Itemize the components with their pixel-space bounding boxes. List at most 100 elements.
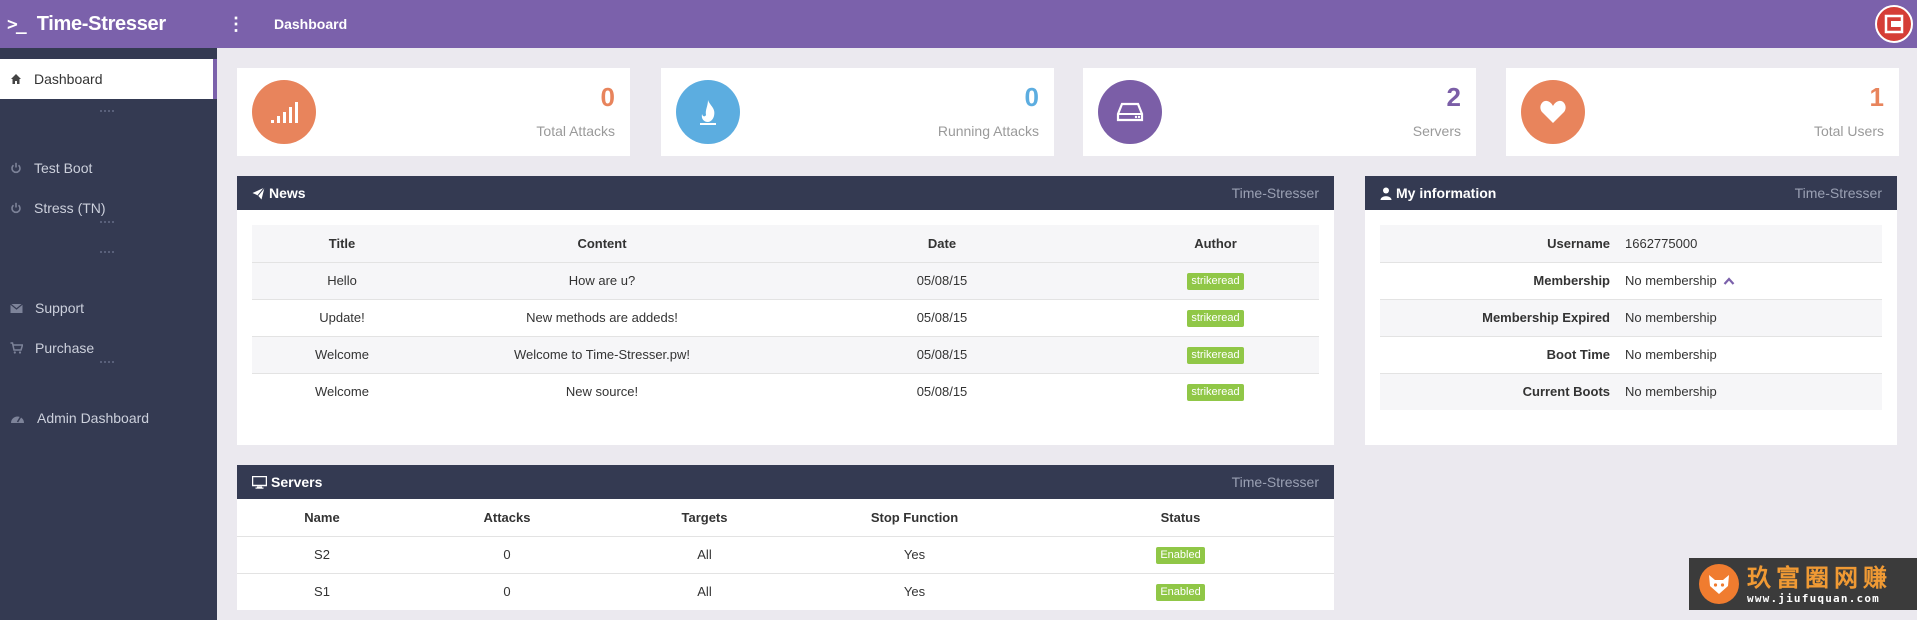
news-content: How are u? (432, 261, 772, 299)
heart-icon (1521, 80, 1585, 144)
user-icon (1380, 187, 1392, 200)
panel-subtitle: Time-Stresser (1231, 474, 1319, 490)
signal-icon (252, 80, 316, 144)
harddrive-icon (1098, 80, 1162, 144)
column-header: Date (927, 235, 957, 251)
app-title: Time-Stresser (36, 12, 166, 35)
servers-panel: Servers Time-Stresser Name Attacks Targe… (237, 465, 1334, 610)
table-row: Hello How are u? 05/08/15 strikeread (252, 261, 1319, 299)
info-value: No membership (1625, 335, 1882, 373)
stat-label: Total Users (1813, 123, 1884, 139)
server-stop-function: Yes (802, 535, 1027, 573)
logo-icon[interactable] (1875, 5, 1913, 43)
watermark: 玖富圈网赚 www.jiufuquan.com (1689, 558, 1917, 610)
panel-title: News (269, 185, 306, 201)
sidebar-item-dashboard[interactable]: Dashboard (0, 59, 217, 99)
news-title: Hello (252, 261, 432, 299)
sidebar-separator (100, 221, 114, 223)
table-row: Username 1662775000 (1380, 225, 1882, 262)
column-header: Name (304, 509, 340, 525)
dashboard-icon (11, 416, 24, 423)
panel-title: Servers (271, 474, 323, 490)
news-content: New methods are addeds! (432, 298, 772, 336)
info-table: Username 1662775000 Membership No member… (1380, 225, 1882, 410)
info-panel-header: My information Time-Stresser (1365, 176, 1897, 210)
news-date: 05/08/15 (772, 335, 1112, 373)
power-icon (11, 202, 21, 214)
info-value: 1662775000 (1625, 225, 1882, 262)
terminal-icon: >_ (7, 13, 27, 35)
news-date: 05/08/15 (772, 298, 1112, 336)
info-panel: My information Time-Stresser Username 16… (1365, 176, 1897, 445)
sidebar-item-label: Purchase (35, 340, 95, 356)
column-header: Stop Function (870, 509, 959, 525)
info-key: Membership (1380, 261, 1625, 299)
stat-label: Servers (1412, 123, 1461, 139)
table-row: Boot Time No membership (1380, 335, 1882, 373)
info-key: Boot Time (1380, 335, 1625, 373)
fox-logo-icon (1699, 564, 1739, 604)
breadcrumb: Dashboard (274, 16, 348, 32)
watermark-title: 玖富圈网赚 (1747, 562, 1892, 592)
table-row: Current Boots No membership (1380, 372, 1882, 410)
author-badge: strikeread (1187, 383, 1244, 401)
author-badge: strikeread (1187, 309, 1244, 327)
watermark-url: www.jiufuquan.com (1747, 591, 1880, 605)
column-header: Targets (681, 509, 728, 525)
sidebar-separator (100, 361, 114, 363)
author-badge: strikeread (1187, 346, 1244, 364)
server-targets: All (607, 535, 802, 573)
table-row: S1 0 All Yes Enabled (237, 572, 1334, 610)
stat-value: 2 (1446, 82, 1461, 112)
news-content: New source! (432, 372, 772, 410)
servers-table: Name Attacks Targets Stop Function Statu… (237, 499, 1334, 610)
sidebar-item-label: Stress (TN) (34, 200, 106, 216)
column-header: Title (328, 235, 356, 251)
stat-card-total-attacks: 0 Total Attacks (237, 68, 630, 156)
table-row: Membership No membership (1380, 261, 1882, 299)
power-icon (11, 162, 21, 174)
server-targets: All (607, 572, 802, 610)
info-value: No membership (1625, 298, 1882, 336)
sidebar: Dashboard Test Boot Stress (TN) Support … (0, 48, 217, 620)
news-table: Title Content Date Author Hello How are … (252, 225, 1319, 410)
stat-card-total-users: 1 Total Users (1506, 68, 1899, 156)
status-badge: Enabled (1156, 546, 1205, 564)
news-title: Welcome (252, 335, 432, 373)
table-row: Welcome Welcome to Time-Stresser.pw! 05/… (252, 335, 1319, 373)
sidebar-item-test-boot[interactable]: Test Boot (0, 148, 213, 188)
table-row: S2 0 All Yes Enabled (237, 535, 1334, 573)
status-badge: Enabled (1156, 583, 1205, 601)
brand[interactable]: >_ Time-Stresser (0, 0, 217, 48)
sidebar-item-label: Support (35, 300, 85, 316)
news-title: Welcome (252, 372, 432, 410)
stat-label: Running Attacks (937, 123, 1039, 139)
info-value: No membership (1625, 273, 1717, 288)
stat-value: 0 (600, 82, 615, 112)
envelope-icon (10, 303, 23, 313)
server-attacks: 0 (407, 535, 607, 573)
fire-icon (676, 80, 740, 144)
panel-subtitle: Time-Stresser (1794, 185, 1882, 201)
chevron-up-icon[interactable] (1723, 277, 1735, 285)
sidebar-item-label: Test Boot (34, 160, 93, 176)
sidebar-item-support[interactable]: Support (0, 288, 213, 328)
kebab-icon[interactable]: ⋮ (223, 15, 249, 33)
server-attacks: 0 (407, 572, 607, 610)
info-value: No membership (1625, 372, 1882, 410)
news-panel-header: News Time-Stresser (237, 176, 1334, 210)
stat-value: 1 (1869, 82, 1884, 112)
column-header: Author (1194, 235, 1237, 251)
monitor-icon (252, 475, 267, 489)
info-key: Membership Expired (1380, 298, 1625, 336)
sidebar-item-admin-dashboard[interactable]: Admin Dashboard (0, 398, 213, 438)
column-header: Attacks (483, 509, 531, 525)
news-date: 05/08/15 (772, 261, 1112, 299)
servers-panel-header: Servers Time-Stresser (237, 465, 1334, 499)
sidebar-separator (100, 251, 114, 253)
news-title: Update! (252, 298, 432, 336)
stat-card-running-attacks: 0 Running Attacks (661, 68, 1054, 156)
server-stop-function: Yes (802, 572, 1027, 610)
column-header: Status (1160, 509, 1201, 525)
table-row: Update! New methods are addeds! 05/08/15… (252, 298, 1319, 336)
